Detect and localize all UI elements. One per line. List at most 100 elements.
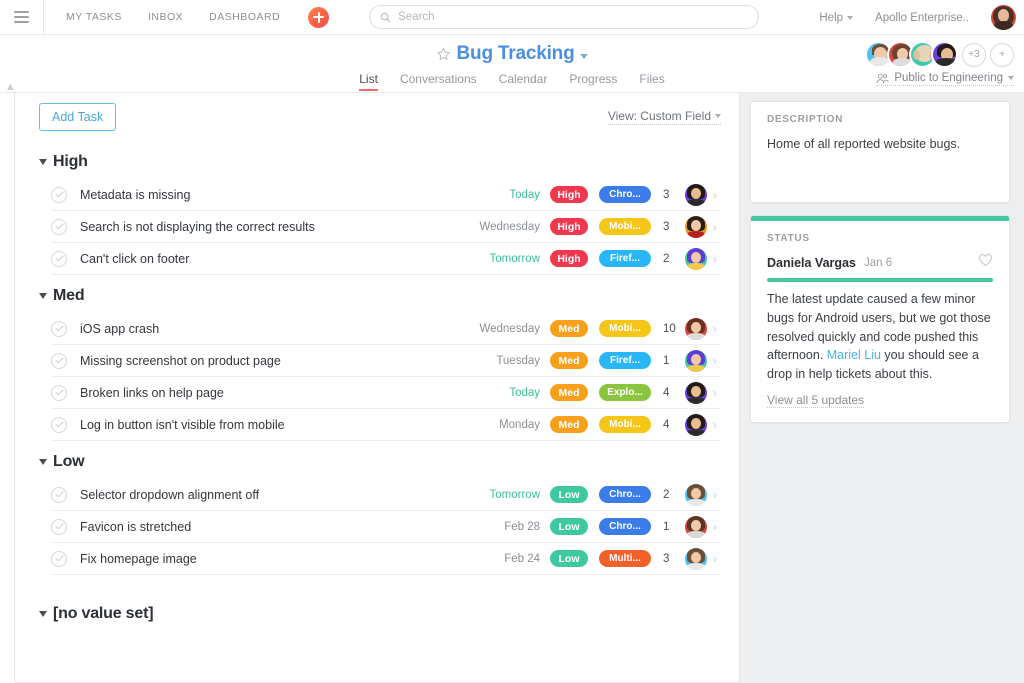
task-subtask-count: 10 xyxy=(663,323,683,335)
task-complete-checkbox[interactable] xyxy=(51,487,67,503)
star-outline-icon[interactable] xyxy=(436,47,451,62)
avatar[interactable] xyxy=(685,248,707,270)
section-title: Low xyxy=(53,453,84,471)
search-input[interactable] xyxy=(398,11,748,23)
tab-progress[interactable]: Progress xyxy=(569,72,617,91)
tag-badge: Multi... xyxy=(599,550,651,567)
avatar[interactable] xyxy=(685,382,707,404)
view-selector[interactable]: View: Custom Field xyxy=(608,109,721,125)
task-due-date: Monday xyxy=(462,419,540,431)
mention-link[interactable]: Mariel Liu xyxy=(827,348,881,362)
tab-calendar[interactable]: Calendar xyxy=(499,72,548,91)
hamburger-icon[interactable] xyxy=(0,0,44,35)
section-header[interactable]: [no value set] xyxy=(15,593,739,631)
avatar[interactable] xyxy=(685,350,707,372)
chevron-right-icon[interactable]: › xyxy=(713,220,721,234)
priority-badge: High xyxy=(550,218,588,235)
chevron-down-icon[interactable] xyxy=(580,54,588,59)
chevron-right-icon[interactable]: › xyxy=(713,252,721,266)
add-task-button[interactable]: Add Task xyxy=(39,103,116,131)
chevron-right-icon[interactable]: › xyxy=(713,386,721,400)
task-title: Can't click on footer xyxy=(80,252,462,266)
section-title: High xyxy=(53,153,88,171)
task-row[interactable]: Metadata is missingTodayHighChro...3› xyxy=(51,179,721,211)
nav-inbox[interactable]: INBOX xyxy=(148,11,183,23)
task-complete-checkbox[interactable] xyxy=(51,321,67,337)
status-card: STATUS Daniela Vargas Jan 6 The latest u… xyxy=(750,215,1010,423)
chevron-right-icon[interactable]: › xyxy=(713,418,721,432)
task-row[interactable]: Can't click on footerTomorrowHighFiref..… xyxy=(51,243,721,275)
search-icon xyxy=(380,12,391,23)
avatar[interactable] xyxy=(685,216,707,238)
task-title: Search is not displaying the correct res… xyxy=(80,220,462,234)
task-row[interactable]: Search is not displaying the correct res… xyxy=(51,211,721,243)
tag-badge: Explo... xyxy=(599,384,651,401)
global-nav: MY TASKS INBOX DASHBOARD xyxy=(66,11,280,23)
task-row[interactable]: Log in button isn't visible from mobileM… xyxy=(51,409,721,441)
task-row[interactable]: Broken links on help pageTodayMedExplo..… xyxy=(51,377,721,409)
view-all-updates-link[interactable]: View all 5 updates xyxy=(767,393,864,408)
task-complete-checkbox[interactable] xyxy=(51,251,67,267)
page-title[interactable]: Bug Tracking xyxy=(457,43,575,65)
tag-badge: Mobi... xyxy=(599,218,651,235)
help-menu[interactable]: Help xyxy=(819,12,853,24)
task-section: High Metadata is missingTodayHighChro...3… xyxy=(15,141,739,275)
chevron-right-icon[interactable]: › xyxy=(713,552,721,566)
task-row[interactable]: Missing screenshot on product pageTuesda… xyxy=(51,345,721,377)
tag-badge: Chro... xyxy=(599,486,651,503)
task-due-date: Feb 28 xyxy=(462,521,540,533)
description-text[interactable]: Home of all reported website bugs. xyxy=(751,125,1009,153)
avatar[interactable] xyxy=(685,516,707,538)
task-complete-checkbox[interactable] xyxy=(51,551,67,567)
section-header[interactable]: Low xyxy=(15,441,739,479)
task-row[interactable]: Selector dropdown alignment offTomorrowL… xyxy=(51,479,721,511)
task-complete-checkbox[interactable] xyxy=(51,519,67,535)
privacy-label: Public to Engineering xyxy=(894,72,1003,84)
more-members-chip[interactable]: +3 xyxy=(962,43,986,67)
task-complete-checkbox[interactable] xyxy=(51,353,67,369)
section-title: [no value set] xyxy=(53,605,153,623)
chevron-right-icon[interactable]: › xyxy=(713,188,721,202)
tab-files[interactable]: Files xyxy=(639,72,664,91)
nav-dashboard[interactable]: DASHBOARD xyxy=(209,11,280,23)
chevron-down-icon xyxy=(39,611,47,617)
task-row[interactable]: Favicon is stretchedFeb 28LowChro...1› xyxy=(51,511,721,543)
section-header[interactable]: High xyxy=(15,141,739,179)
plus-icon[interactable] xyxy=(308,7,329,28)
task-title: Log in button isn't visible from mobile xyxy=(80,418,462,432)
task-row[interactable]: iOS app crashWednesdayMedMobi...10› xyxy=(51,313,721,345)
task-subtask-count: 3 xyxy=(663,221,683,233)
avatar[interactable] xyxy=(685,548,707,570)
avatar[interactable] xyxy=(685,184,707,206)
avatar[interactable] xyxy=(991,5,1016,30)
avatar[interactable] xyxy=(685,484,707,506)
task-complete-checkbox[interactable] xyxy=(51,417,67,433)
status-date: Jan 6 xyxy=(864,257,892,269)
task-subtask-count: 2 xyxy=(663,253,683,265)
section-header[interactable]: Med xyxy=(15,275,739,313)
avatar[interactable] xyxy=(931,41,958,68)
task-complete-checkbox[interactable] xyxy=(51,187,67,203)
nav-my-tasks[interactable]: MY TASKS xyxy=(66,11,122,23)
chevron-right-icon[interactable]: › xyxy=(713,488,721,502)
search-box[interactable] xyxy=(369,5,759,29)
task-subtask-count: 4 xyxy=(663,419,683,431)
avatar[interactable] xyxy=(685,318,707,340)
task-title: Favicon is stretched xyxy=(80,520,462,534)
avatar[interactable] xyxy=(685,414,707,436)
privacy-selector[interactable]: Public to Engineering xyxy=(876,72,1014,86)
tab-conversations[interactable]: Conversations xyxy=(400,72,477,91)
org-menu[interactable]: Apollo Enterprise.. xyxy=(875,12,969,24)
description-card: DESCRIPTION Home of all reported website… xyxy=(750,101,1010,203)
tab-list[interactable]: List xyxy=(359,72,378,91)
task-row[interactable]: Fix homepage imageFeb 24LowMulti...3› xyxy=(51,543,721,575)
add-member-button[interactable]: + xyxy=(990,43,1014,67)
body-area: ▲ Add Task View: Custom Field HighMetada… xyxy=(0,93,1024,683)
task-complete-checkbox[interactable] xyxy=(51,385,67,401)
task-complete-checkbox[interactable] xyxy=(51,219,67,235)
collapse-sidebar-icon[interactable]: ▲ xyxy=(5,81,16,93)
heart-outline-icon[interactable] xyxy=(978,253,993,272)
chevron-right-icon[interactable]: › xyxy=(713,322,721,336)
chevron-right-icon[interactable]: › xyxy=(713,520,721,534)
chevron-right-icon[interactable]: › xyxy=(713,354,721,368)
